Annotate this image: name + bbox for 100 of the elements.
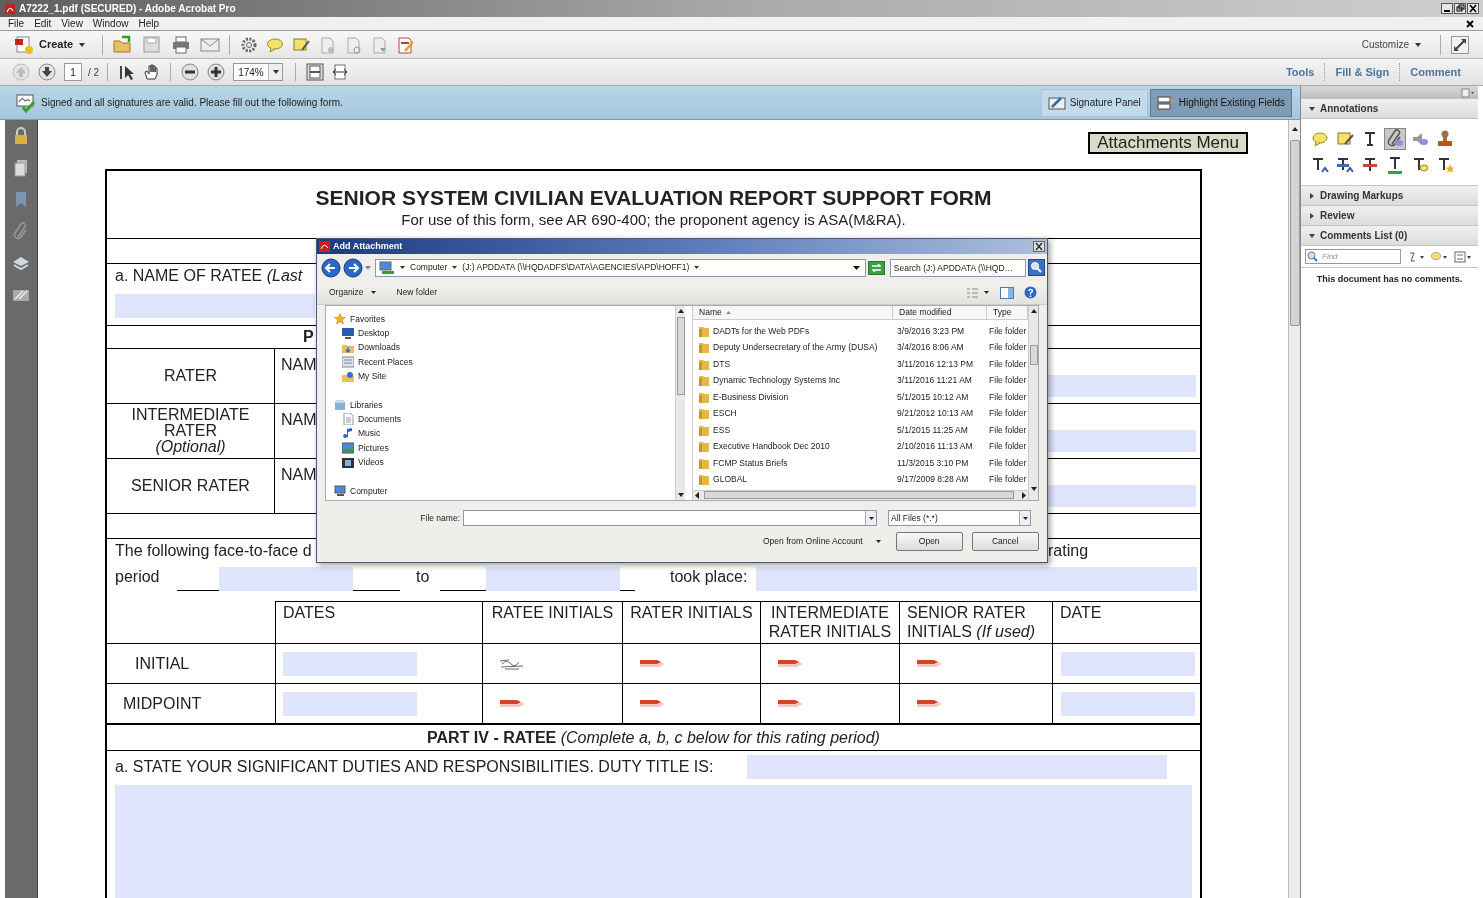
menu-item[interactable]: Edit <box>34 17 52 30</box>
panel-section-header[interactable]: Drawing Markups <box>1301 186 1478 206</box>
column-header[interactable]: Date modified <box>893 306 988 319</box>
zoom-in-icon[interactable] <box>207 63 226 81</box>
comment-filter-icon[interactable] <box>1431 251 1449 262</box>
file-row[interactable]: Dynamic Technology Systems Inc 3/11/2016 11:21 AM File folder <box>693 372 1029 389</box>
restore-icon[interactable] <box>1454 3 1466 14</box>
scroll-down-icon[interactable] <box>676 491 685 499</box>
tree-item[interactable]: Desktop <box>334 326 676 341</box>
menu-item[interactable]: Help <box>138 17 159 30</box>
task-tab[interactable]: Tools <box>1275 63 1325 81</box>
page-number-field[interactable]: 1 <box>64 63 82 81</box>
column-header[interactable]: Name <box>693 306 894 319</box>
sign-here-icon[interactable] <box>639 697 667 710</box>
input-field[interactable] <box>756 567 1197 591</box>
panel-options-icon[interactable] <box>1461 87 1475 98</box>
scroll-up-icon[interactable] <box>1029 307 1038 315</box>
file-row[interactable]: Executive Handbook Dec 2010 2/10/2016 11:13 AM File folder <box>693 438 1029 455</box>
tree-item[interactable]: Recent Places <box>334 355 676 370</box>
tree-item[interactable]: Libraries <box>334 398 676 412</box>
file-row[interactable]: ESS 5/1/2015 11:25 AM File folder <box>693 422 1029 439</box>
view-options-icon[interactable] <box>966 286 990 299</box>
panel-section-header[interactable]: Annotations <box>1301 99 1478 119</box>
input-field[interactable] <box>219 567 353 591</box>
caret-icon[interactable] <box>851 263 861 272</box>
signature-panel-button[interactable]: Signature Panel <box>1040 88 1148 117</box>
signature-icon[interactable] <box>499 656 525 671</box>
customize-button[interactable]: Customize <box>1361 37 1422 52</box>
print-icon[interactable] <box>171 34 192 55</box>
hand-icon[interactable] <box>142 63 161 81</box>
preview-pane-icon[interactable] <box>1000 286 1014 299</box>
path-segment[interactable]: Computer <box>410 261 448 274</box>
sign-here-icon[interactable] <box>777 697 805 710</box>
tree-item[interactable]: Computer <box>334 484 676 498</box>
minimize-icon[interactable] <box>1441 3 1453 14</box>
scroll-down-icon[interactable] <box>1029 485 1038 493</box>
help-icon[interactable] <box>1024 286 1037 299</box>
forward-icon[interactable] <box>343 257 363 278</box>
fit-width-icon[interactable] <box>332 64 349 80</box>
dialog-button[interactable]: Cancel <box>971 531 1039 551</box>
sticky-note-icon[interactable] <box>292 35 311 54</box>
back-icon[interactable] <box>321 257 341 278</box>
sign-here-icon[interactable] <box>639 657 667 670</box>
input-field[interactable] <box>1061 651 1195 676</box>
refresh-icon[interactable] <box>867 260 885 275</box>
tree-item[interactable]: My Site <box>334 369 676 384</box>
file-row[interactable]: Deputy Undersecretary of the Army (DUSA) 3/4/2016 8:06 AM File folder <box>693 339 1029 356</box>
highlight-fields-button[interactable]: Highlight Existing Fields <box>1149 88 1292 117</box>
tree-item[interactable]: Videos <box>334 455 676 470</box>
sign-here-icon[interactable] <box>916 657 944 670</box>
pages-icon[interactable] <box>12 158 30 178</box>
menu-item[interactable]: View <box>61 17 83 30</box>
command-button[interactable]: Organize <box>329 286 377 299</box>
input-field[interactable] <box>283 651 417 676</box>
open-folder-icon[interactable] <box>113 34 134 55</box>
file-row[interactable]: E-Business Division 5/1/2015 10:12 AM File folder <box>693 389 1029 406</box>
expand-icon[interactable] <box>1451 35 1469 54</box>
document-icon[interactable] <box>370 35 389 54</box>
file-row[interactable]: GLOBAL 9/17/2009 8:28 AM File folder <box>693 471 1029 488</box>
paperclip-icon[interactable] <box>12 222 30 242</box>
form-edit-icon[interactable] <box>396 35 415 54</box>
online-account-button[interactable]: Open from Online Account <box>763 534 882 548</box>
file-row[interactable]: FCMP Status Briefs 11/3/2015 3:10 PM File folder <box>693 455 1029 472</box>
input-field[interactable] <box>1048 430 1196 452</box>
input-field[interactable] <box>1061 691 1195 716</box>
tree-item[interactable]: Documents <box>334 412 676 427</box>
input-field[interactable] <box>486 567 620 591</box>
scroll-right-icon[interactable] <box>1019 491 1029 500</box>
tree-item[interactable]: Music <box>334 426 676 441</box>
sign-here-icon[interactable] <box>499 697 527 710</box>
file-type-select[interactable]: All Files (*.*) <box>888 510 1031 526</box>
scroll-thumb[interactable] <box>1029 345 1038 365</box>
document-icon[interactable] <box>344 35 363 54</box>
tree-item[interactable]: Favorites <box>334 312 676 326</box>
file-row[interactable]: DADTs for the Web PDFs 3/9/2016 3:23 PM File folder <box>693 323 1029 340</box>
zoom-out-icon[interactable] <box>181 63 200 81</box>
sort-icon[interactable] <box>1408 251 1426 262</box>
scroll-thumb[interactable] <box>704 491 1015 499</box>
find-field[interactable]: Find <box>1305 249 1401 264</box>
close-icon[interactable] <box>1033 241 1045 252</box>
input-field[interactable] <box>283 691 417 716</box>
scroll-up-icon[interactable] <box>676 307 685 315</box>
input-field[interactable] <box>115 294 315 318</box>
sign-here-icon[interactable] <box>777 657 805 670</box>
close-icon[interactable] <box>1467 3 1479 14</box>
panel-section-header[interactable]: Comments List (0) <box>1301 226 1478 246</box>
search-field[interactable]: Search (J:) APDDATA (\\HQD… <box>889 258 1026 277</box>
command-button[interactable]: New folder <box>396 286 438 299</box>
file-name-field[interactable] <box>463 510 877 526</box>
create-button[interactable]: Create <box>12 33 89 56</box>
menu-item[interactable]: Window <box>92 17 129 30</box>
sign-here-icon[interactable] <box>916 697 944 710</box>
comment-icon[interactable] <box>266 35 285 54</box>
zoom-field[interactable]: 174% <box>233 63 284 81</box>
task-tab[interactable]: Fill & Sign <box>1325 63 1400 81</box>
attachments-menu-button[interactable]: Attachments Menu <box>1088 132 1248 154</box>
tree-item[interactable]: Pictures <box>334 441 676 456</box>
lock-icon[interactable] <box>12 126 30 146</box>
input-field[interactable] <box>747 755 1167 779</box>
scroll-thumb[interactable] <box>676 317 685 395</box>
